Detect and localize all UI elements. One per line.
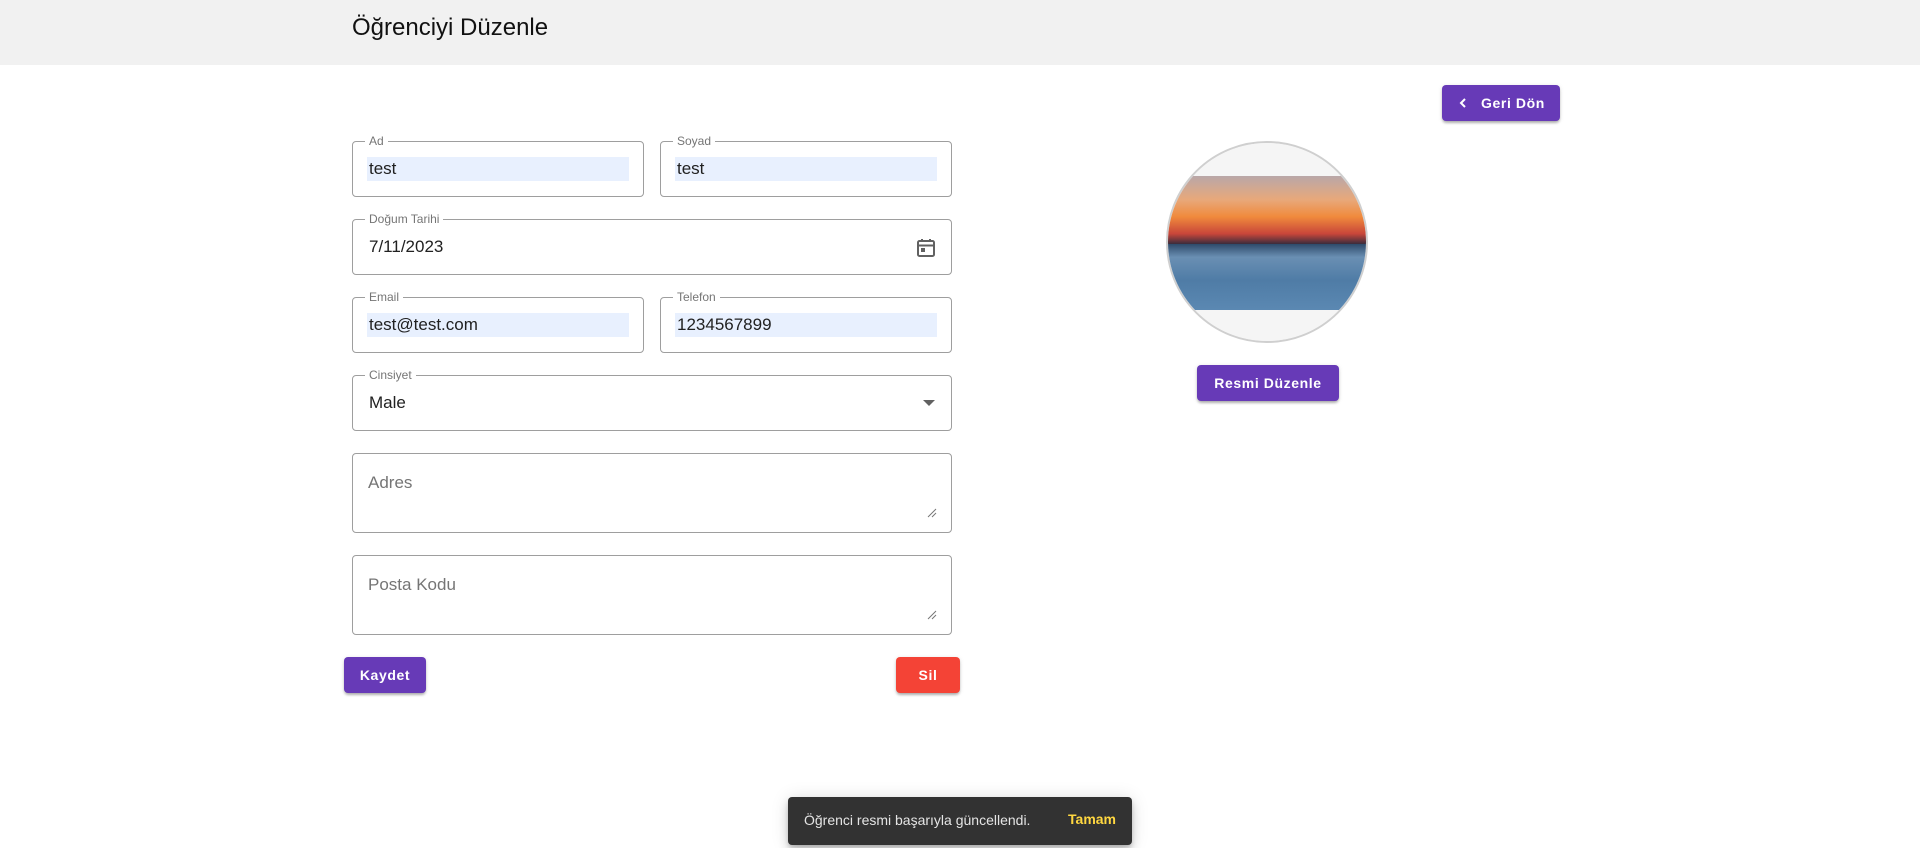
postal-code-placeholder: Posta Kodu bbox=[368, 575, 456, 594]
birth-date-label: Doğum Tarihi bbox=[365, 212, 444, 226]
delete-button[interactable]: Sil bbox=[896, 657, 960, 693]
calendar-icon[interactable] bbox=[915, 237, 937, 259]
back-button[interactable]: Geri Dön bbox=[1442, 85, 1560, 121]
resize-grip-icon[interactable] bbox=[927, 508, 937, 518]
email-input[interactable]: test@test.com bbox=[367, 313, 629, 337]
last-name-label: Soyad bbox=[673, 134, 716, 148]
resize-grip-icon[interactable] bbox=[927, 610, 937, 620]
email-label: Email bbox=[365, 290, 404, 304]
sunset-photo-image bbox=[1168, 143, 1366, 341]
birth-date-field[interactable]: Doğum Tarihi 7/11/2023 bbox=[352, 212, 952, 275]
page-title: Öğrenciyi Düzenle bbox=[352, 14, 549, 41]
last-name-input[interactable]: test bbox=[675, 157, 937, 181]
caret-down-icon bbox=[923, 400, 935, 406]
student-photo bbox=[1166, 141, 1368, 343]
snackbar-message: Öğrenci resmi başarıyla güncellendi. bbox=[804, 812, 1031, 828]
phone-field[interactable]: Telefon 1234567899 bbox=[660, 290, 952, 353]
first-name-label: Ad bbox=[365, 134, 388, 148]
snackbar-ok-button[interactable]: Tamam bbox=[1068, 811, 1116, 827]
birth-date-input[interactable]: 7/11/2023 bbox=[367, 235, 937, 259]
chevron-left-icon bbox=[1459, 98, 1466, 108]
gender-label: Cinsiyet bbox=[365, 368, 416, 382]
edit-photo-button[interactable]: Resmi Düzenle bbox=[1197, 365, 1339, 401]
snackbar: Öğrenci resmi başarıyla güncellendi. Tam… bbox=[788, 797, 1132, 845]
email-field[interactable]: Email test@test.com bbox=[352, 290, 644, 353]
back-button-label: Geri Dön bbox=[1481, 95, 1545, 111]
gender-select[interactable]: Cinsiyet Male bbox=[352, 368, 952, 431]
postal-code-textarea[interactable]: Posta Kodu bbox=[352, 555, 952, 635]
last-name-field[interactable]: Soyad test bbox=[660, 134, 952, 197]
address-textarea[interactable]: Adres bbox=[352, 453, 952, 533]
top-header: Öğrenciyi Düzenle bbox=[0, 0, 1920, 65]
address-placeholder: Adres bbox=[368, 473, 413, 492]
first-name-field[interactable]: Ad test bbox=[352, 134, 644, 197]
phone-input[interactable]: 1234567899 bbox=[675, 313, 937, 337]
phone-label: Telefon bbox=[673, 290, 720, 304]
gender-value: Male bbox=[369, 393, 406, 412]
save-button[interactable]: Kaydet bbox=[344, 657, 426, 693]
first-name-input[interactable]: test bbox=[367, 157, 629, 181]
